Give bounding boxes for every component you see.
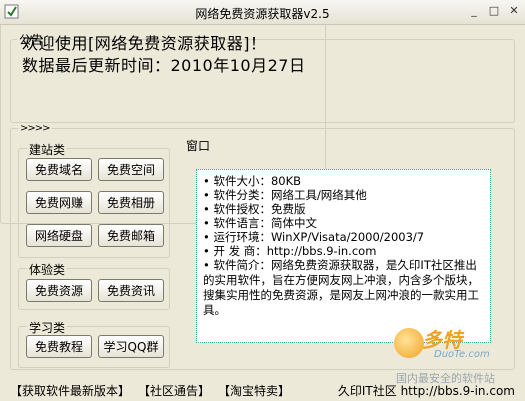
experience-group-label: 体验类	[27, 261, 68, 278]
minimize-button[interactable]: _	[467, 4, 481, 18]
info-intro: • 软件简介：网络免费资源获取器，是久印IT社区推出的实用软件，旨在方便网友网上…	[203, 258, 479, 317]
notice-line-1: 欢迎使用[网络免费资源获取器]！	[22, 34, 267, 53]
free-space-button[interactable]: 免费空间	[98, 158, 164, 181]
taobao-sale-link[interactable]: 【淘宝特卖】	[218, 382, 290, 399]
watermark: 多特 DuoTe.com 国内最安全的软件站	[392, 320, 522, 388]
free-mailbox-button[interactable]: 免费邮箱	[98, 224, 164, 247]
watermark-logo-icon	[394, 328, 424, 358]
network-disk-button[interactable]: 网络硬盘	[26, 224, 92, 247]
window-panel-label: 窗口	[184, 137, 213, 154]
community-notice-link[interactable]: 【社区通告】	[138, 382, 210, 399]
main-arrows: >>>>	[18, 123, 52, 134]
info-textbox[interactable]: • 软件大小：80KB • 软件分类：网络工具/网络其他 • 软件授权：免费版 …	[196, 169, 491, 343]
study-group: 学习类 免费教程 学习QQ群	[18, 319, 170, 368]
study-group-label: 学习类	[27, 319, 68, 336]
info-line-developer: • 开 发 商：http://bbs.9-in.com	[203, 244, 377, 258]
info-line-category: • 软件分类：网络工具/网络其他	[203, 188, 367, 202]
study-qq-group-button[interactable]: 学习QQ群	[98, 335, 164, 358]
free-news-button[interactable]: 免费资讯	[98, 279, 164, 302]
community-site-link[interactable]: 久印IT社区 http://bbs.9-in.com	[338, 382, 515, 399]
footer-bar: 【获取软件最新版本】 【社区通告】 【淘宝特卖】 久印IT社区 http://b…	[10, 382, 515, 399]
notice-line-2: 数据最后更新时间：2010年10月27日	[22, 56, 306, 75]
watermark-sub: DuoTe.com	[434, 349, 490, 360]
window-title: 网络免费资源获取器v2.5	[195, 7, 330, 21]
maximize-button[interactable]: □	[487, 4, 501, 18]
close-button[interactable]: ✕	[507, 4, 521, 18]
free-resource-button[interactable]: 免费资源	[26, 279, 92, 302]
info-line-license: • 软件授权：免费版	[203, 202, 306, 216]
info-line-size: • 软件大小：80KB	[203, 174, 302, 188]
info-line-environment: • 运行环境：WinXP/Visata/2000/2003/7	[203, 230, 425, 244]
experience-group: 体验类 免费资源 免费资讯	[18, 261, 170, 310]
free-domain-button[interactable]: 免费域名	[26, 158, 92, 181]
build-group: 建站类 免费域名 免费空间 免费网赚 免费相册 网络硬盘 免费邮箱	[18, 141, 170, 258]
title-bar: 网络免费资源获取器v2.5 _ □ ✕	[0, 0, 525, 25]
free-earn-button[interactable]: 免费网赚	[26, 191, 92, 214]
info-line-language: • 软件语言：简体中文	[203, 216, 317, 230]
build-group-label: 建站类	[27, 141, 68, 158]
free-album-button[interactable]: 免费相册	[98, 191, 164, 214]
free-tutorial-button[interactable]: 免费教程	[26, 335, 92, 358]
latest-version-link[interactable]: 【获取软件最新版本】	[10, 382, 130, 399]
notice-text: 欢迎使用[网络免费资源获取器]！ 数据最后更新时间：2010年10月27日	[22, 33, 512, 113]
